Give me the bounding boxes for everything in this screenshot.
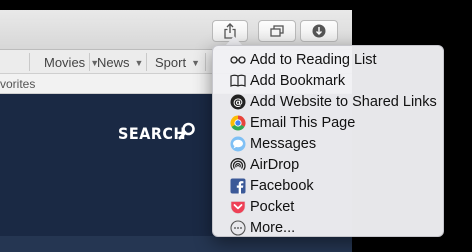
airdrop-icon [230, 157, 246, 173]
nav-item-sport[interactable]: Sport ▼ [155, 55, 200, 70]
download-icon [312, 24, 326, 38]
menu-item-label: Add Bookmark [250, 72, 346, 89]
menu-item-shared-links[interactable]: @ Add Website to Shared Links [213, 91, 445, 112]
svg-text:@: @ [233, 97, 243, 108]
menu-item-label: Pocket [250, 198, 295, 215]
nav-separator [205, 53, 206, 71]
bookmark-icon [230, 73, 246, 89]
messages-icon [230, 136, 246, 152]
nav-separator [89, 53, 90, 71]
chevron-down-icon: ▼ [134, 57, 144, 68]
nav-separator [29, 53, 30, 71]
chevron-down-icon: ▼ [191, 57, 200, 68]
menu-item-reading-list[interactable]: Add to Reading List [213, 49, 445, 70]
nav-item-news[interactable]: News ▼ [97, 55, 143, 70]
nav-separator [146, 53, 147, 71]
pocket-icon [230, 199, 246, 215]
page-footer-strip [0, 236, 352, 252]
search-icon[interactable] [178, 122, 196, 140]
menu-item-add-bookmark[interactable]: Add Bookmark [213, 70, 445, 91]
nav-item-label: Movies [44, 55, 86, 70]
menu-item-pocket[interactable]: Pocket [213, 196, 445, 217]
menu-item-label: Messages [250, 135, 317, 152]
nav-item-movies[interactable]: Movies ▼ [44, 55, 99, 70]
menu-item-facebook[interactable]: Facebook [213, 175, 445, 196]
menu-item-label: Facebook [250, 177, 314, 194]
menu-item-more[interactable]: More... [213, 217, 445, 238]
reading-list-icon [230, 52, 246, 68]
downloads-button[interactable] [300, 20, 338, 42]
menu-item-airdrop[interactable]: AirDrop [213, 154, 445, 175]
menu-item-messages[interactable]: Messages [213, 133, 445, 154]
menu-item-label: Email This Page [250, 114, 356, 131]
facebook-icon [230, 178, 246, 194]
menu-item-label: Add to Reading List [250, 51, 377, 68]
share-menu: Add to Reading List Add Bookmark @ Add W… [212, 45, 444, 237]
menu-item-label: Add Website to Shared Links [250, 93, 437, 110]
show-all-tabs-button[interactable] [258, 20, 296, 42]
favorites-label[interactable]: vorites [0, 77, 35, 91]
more-icon [230, 219, 246, 236]
shared-links-icon: @ [230, 94, 246, 110]
browser-toolbar [0, 10, 352, 50]
search-link[interactable]: SEARCH [118, 124, 186, 143]
menu-item-label: AirDrop [250, 156, 300, 173]
chrome-email-icon [230, 115, 246, 131]
menu-item-label: More... [250, 219, 296, 236]
nav-item-label: News [97, 55, 130, 70]
nav-item-label: Sport [155, 55, 187, 70]
menu-item-email[interactable]: Email This Page [213, 112, 445, 133]
tabs-icon [270, 25, 284, 37]
